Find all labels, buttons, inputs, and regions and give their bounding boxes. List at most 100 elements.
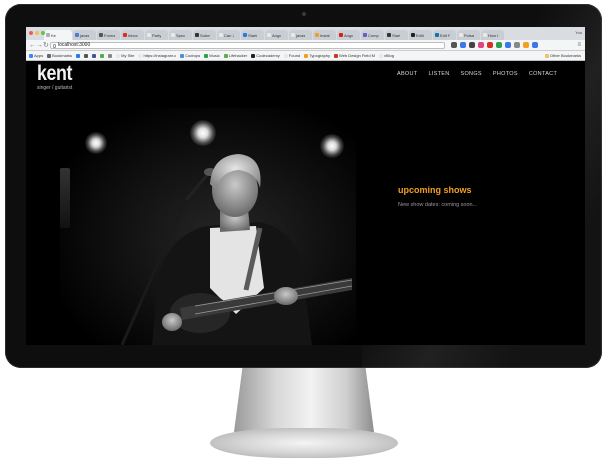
browser-tab[interactable]: How t (481, 30, 504, 40)
tab-favicon-icon (387, 33, 391, 37)
nav-listen[interactable]: LISTEN (428, 71, 449, 77)
bookmark-item[interactable] (84, 53, 89, 58)
tab-favicon-icon (411, 33, 415, 37)
bookmark-favicon-icon (304, 53, 309, 58)
bookmark-label: Typography (309, 53, 331, 58)
bookmark-favicon-icon (251, 53, 256, 58)
tab-title: Forms (104, 32, 116, 38)
extension-icon[interactable] (523, 42, 529, 48)
nav-about[interactable]: ABOUT (397, 71, 417, 77)
extension-icon[interactable] (514, 42, 520, 48)
bookmark-item[interactable]: Found (283, 53, 301, 58)
extension-icon[interactable] (451, 42, 457, 48)
browser-tab[interactable]: Subm (193, 30, 216, 40)
bookmark-label: Codecademy (256, 53, 280, 58)
browser-tab[interactable]: javas (73, 30, 96, 40)
tab-favicon-icon (46, 33, 50, 37)
bookmark-item[interactable]: Web Design Field M (334, 53, 375, 58)
reload-icon[interactable]: ↻ (43, 41, 49, 50)
browser-tab[interactable]: Starti (241, 30, 264, 40)
bookmark-item[interactable]: Music (204, 53, 220, 58)
browser-tab[interactable]: Comp (361, 30, 384, 40)
bookmark-item[interactable]: vBlog (379, 53, 394, 58)
bookmark-favicon-icon (76, 53, 81, 58)
bookmark-label: Apps (34, 53, 44, 58)
browser-tab[interactable]: Edit F (433, 30, 456, 40)
bookmark-item[interactable] (108, 53, 113, 58)
tab-favicon-icon (363, 33, 367, 37)
browser-tab[interactable]: Ke (44, 30, 72, 40)
upcoming-shows: upcoming shows New show dates: coming so… (398, 185, 477, 209)
tab-title: Spec (176, 32, 186, 38)
tab-favicon-icon (195, 33, 199, 37)
close-window-button[interactable] (29, 31, 33, 35)
bookmark-item[interactable]: Apps (29, 53, 43, 58)
folder-icon (544, 53, 549, 58)
guitarist-figure (120, 154, 353, 345)
bookmark-item[interactable] (76, 53, 81, 58)
nav-contact[interactable]: CONTACT (529, 71, 557, 77)
zoom-window-button[interactable] (41, 31, 45, 35)
extension-icon[interactable] (532, 42, 538, 48)
bookmark-favicon-icon (180, 53, 185, 58)
hero-photo (60, 108, 356, 345)
browser-tab[interactable]: Angu (337, 30, 360, 40)
extension-icon[interactable] (496, 42, 502, 48)
tab-title: Angu (344, 32, 354, 38)
browser-tab[interactable]: Inbox (121, 30, 144, 40)
nav-photos[interactable]: PHOTOS (493, 71, 518, 77)
browser-tab[interactable]: javas (289, 30, 312, 40)
browser-tab[interactable]: Editi (409, 30, 432, 40)
monitor-stand (234, 368, 374, 432)
profile-button[interactable]: You (575, 30, 582, 35)
tab-title: Inbox (128, 32, 138, 38)
bookmark-favicon-icon (100, 53, 105, 58)
bookmark-item[interactable]: https://instagram.c (138, 53, 176, 58)
monitor-frame: You Ke javas Forms Inbox Party Spec Subm Can J S… (5, 4, 602, 368)
menu-icon[interactable]: ≡ (577, 41, 581, 50)
nav-songs[interactable]: SONGS (461, 71, 482, 77)
tab-favicon-icon (483, 33, 487, 37)
browser-tab[interactable]: Pulsa (457, 30, 480, 40)
bookmark-label: Found (288, 53, 301, 58)
bookmark-favicon-icon (283, 53, 288, 58)
extension-icon[interactable] (460, 42, 466, 48)
browser-tab[interactable]: Instal (313, 30, 336, 40)
bookmark-favicon-icon (29, 53, 33, 58)
browser-tab[interactable]: Spec (169, 30, 192, 40)
minimize-window-button[interactable] (35, 31, 39, 35)
site-tagline: singer / guitarist (37, 85, 73, 91)
tab-favicon-icon (219, 33, 223, 37)
page-icon (53, 43, 56, 48)
tab-favicon-icon (435, 33, 439, 37)
extension-icon[interactable] (505, 42, 511, 48)
bookmark-favicon-icon (84, 53, 89, 58)
extension-icon[interactable] (469, 42, 475, 48)
site-logo[interactable]: kent (37, 63, 72, 84)
browser-tab[interactable]: Party (145, 30, 168, 40)
forward-arrow-icon[interactable]: → (36, 41, 43, 50)
back-arrow-icon[interactable]: ← (29, 41, 36, 50)
bookmark-item[interactable] (92, 53, 97, 58)
shows-text: New show dates: coming soon... (398, 202, 478, 208)
url-text[interactable]: localhost:3000 (58, 43, 90, 48)
bookmark-item[interactable]: Typography (304, 53, 330, 58)
browser-tab[interactable]: Can J (217, 30, 240, 40)
bookmark-item[interactable]: Codrops (180, 53, 200, 58)
bookmark-item[interactable]: Lifehacker (223, 53, 247, 58)
bookmark-item[interactable]: Bookmarks (47, 53, 72, 58)
bookmark-label: Bookmarks (52, 53, 73, 58)
browser-tab[interactable]: Angu (265, 30, 288, 40)
bookmark-item[interactable]: Codecademy (251, 53, 280, 58)
tab-title: How t (488, 32, 499, 38)
extension-icon[interactable] (487, 42, 493, 48)
address-bar[interactable]: localhost:3000 (50, 42, 445, 49)
browser-tab[interactable]: Start (385, 30, 408, 40)
bookmark-item[interactable] (100, 53, 105, 58)
browser-tab[interactable]: Forms (97, 30, 120, 40)
extension-icon[interactable] (478, 42, 484, 48)
bookmark-item[interactable]: My Site (116, 53, 134, 58)
other-bookmarks[interactable]: Other Bookmarks (544, 53, 581, 58)
bookmark-favicon-icon (334, 53, 339, 58)
tab-favicon-icon (75, 33, 79, 37)
